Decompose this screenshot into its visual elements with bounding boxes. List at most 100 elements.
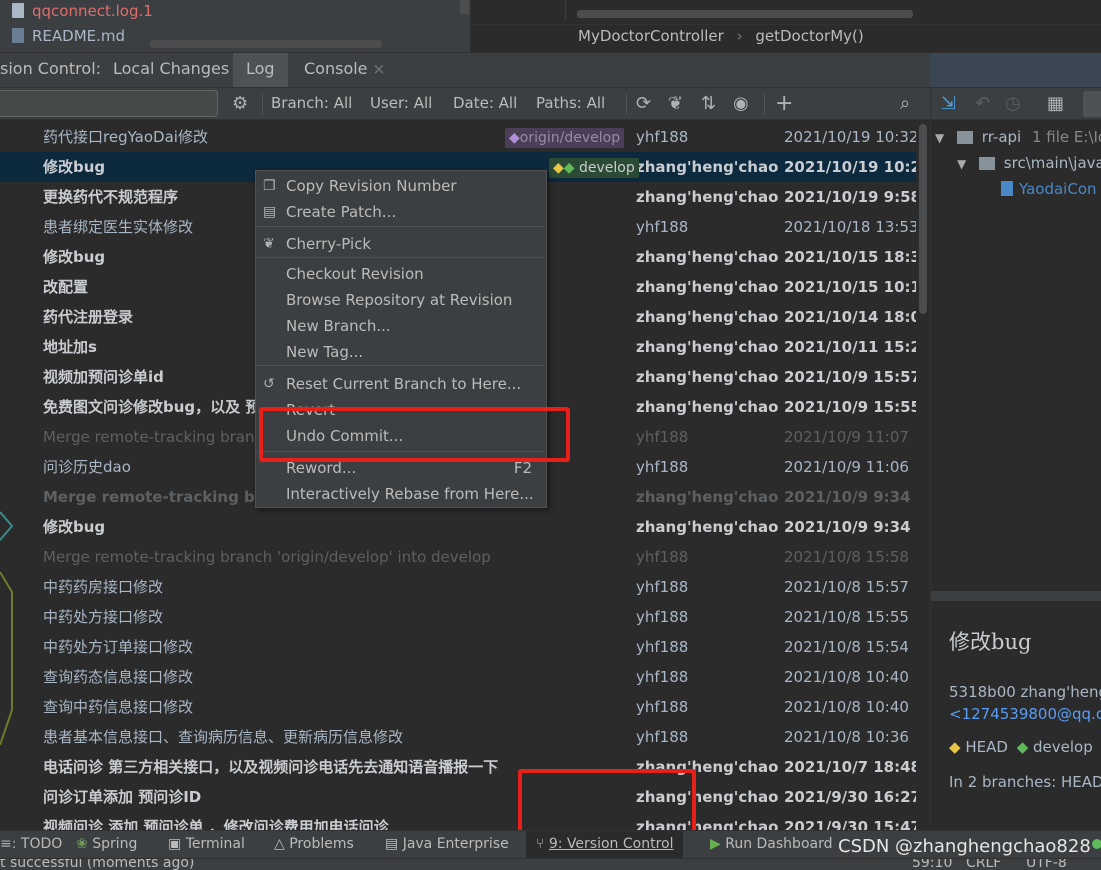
tag-icon: ◆ bbox=[553, 160, 564, 176]
author-email[interactable]: <1274539800@qq.co bbox=[949, 705, 1101, 723]
commit-row[interactable]: 视频问诊 添加 预问诊单 ，修改问诊费用加电话问诊 zhang'heng'chao… bbox=[0, 812, 916, 830]
tool-spring[interactable]: ❀ Spring bbox=[76, 831, 137, 858]
commit-row[interactable]: 中药处方接口修改 yhf188 2021/10/8 15:55 bbox=[0, 602, 916, 632]
commit-row[interactable]: Merge remote-tracking branch 'origin/dev… bbox=[0, 542, 916, 572]
branches-info: In 2 branches: HEAD, bbox=[949, 773, 1101, 791]
search-input[interactable] bbox=[0, 90, 218, 117]
commit-row[interactable]: 中药处方订单接口修改 yhf188 2021/10/8 15:54 bbox=[0, 632, 916, 662]
commit-row[interactable]: 患者基本信息接口、查询病历信息、更新病历信息修改 yhf188 2021/10/8 … bbox=[0, 722, 916, 752]
scroll-thumb[interactable] bbox=[919, 124, 927, 314]
tool-run-dashboard[interactable]: ▶ Run Dashboard bbox=[710, 831, 832, 858]
panel-splitter[interactable] bbox=[931, 591, 1101, 601]
menu-item-label: New Tag... bbox=[286, 343, 364, 361]
commit-date: 2021/10/8 15:54 bbox=[784, 638, 909, 656]
commit-row[interactable]: 药代接口regYaoDai修改 yhf188 2021/10/19 10:32 ◆or… bbox=[0, 122, 916, 152]
scrollbar[interactable] bbox=[150, 40, 382, 48]
commit-row[interactable]: 查询药态信息接口修改 yhf188 2021/10/8 10:40 bbox=[0, 662, 916, 692]
tab-log[interactable]: Log bbox=[233, 53, 288, 87]
event-log-icon[interactable] bbox=[1092, 839, 1101, 849]
tag-icon: ◆ bbox=[1016, 738, 1029, 756]
tool-java-enterprise[interactable]: ▤ Java Enterprise bbox=[385, 831, 509, 858]
group-icon[interactable]: ▦ bbox=[1047, 88, 1064, 119]
menu-item-cherry-pick[interactable]: ❦ Cherry-Pick bbox=[256, 231, 546, 257]
menu-item-copy-revision-number[interactable]: ❐ Copy Revision Number bbox=[256, 173, 546, 199]
file-item[interactable]: README.md bbox=[12, 27, 125, 45]
commit-row[interactable]: 查询中药信息接口修改 yhf188 2021/10/8 10:40 bbox=[0, 692, 916, 722]
menu-item-reset-current-branch-to-here[interactable]: ↺ Reset Current Branch to Here... bbox=[256, 371, 546, 397]
commit-author: yhf188 bbox=[636, 218, 689, 236]
commit-author: zhang'heng'chao bbox=[636, 308, 779, 326]
scrollbar[interactable] bbox=[460, 0, 469, 14]
menu-item-label: Browse Repository at Revision bbox=[286, 291, 513, 309]
divider bbox=[565, 0, 566, 20]
gear-icon[interactable]: ⚙ bbox=[232, 88, 248, 119]
menu-item-new-tag[interactable]: New Tag... bbox=[256, 339, 546, 365]
search-icon[interactable]: ⌕ bbox=[900, 88, 910, 119]
eye-icon[interactable]: ◉ bbox=[733, 88, 749, 119]
commit-author: yhf188 bbox=[636, 638, 689, 656]
commit-row[interactable]: 问诊订单添加 预问诊ID zhang'heng'chao 2021/9/30 16:… bbox=[0, 782, 916, 812]
ref-tag: ◆◆ develop bbox=[549, 158, 639, 178]
scrollbar[interactable] bbox=[577, 10, 913, 18]
file-item[interactable]: qqconnect.log.1 bbox=[12, 2, 153, 20]
commit-row[interactable]: 电话问诊 第三方相关接口，以及视频问诊电话先去通知语音播报一下 zhang'hen… bbox=[0, 752, 916, 782]
menu-item-new-branch[interactable]: New Branch... bbox=[256, 313, 546, 339]
tree-root[interactable]: ▼ rr-api 1 file E:\Id bbox=[935, 128, 1101, 146]
tool-problems[interactable]: △ Problems bbox=[274, 831, 354, 858]
history-icon[interactable]: ◷ bbox=[1005, 88, 1021, 119]
tab-console[interactable]: Console × bbox=[291, 53, 398, 87]
user-filter[interactable]: User: All bbox=[370, 88, 432, 119]
file-icon bbox=[12, 3, 24, 18]
undo-icon[interactable]: ↶ bbox=[975, 88, 990, 119]
tab-console-label: Console bbox=[304, 59, 368, 78]
commit-date: 2021/10/15 18:30 bbox=[784, 248, 916, 266]
tool-version-control[interactable]: ⑂ 9: Version Control bbox=[526, 831, 684, 858]
tree-file[interactable]: YaodaiCon bbox=[1001, 180, 1097, 198]
divider bbox=[764, 94, 765, 114]
tool-terminal[interactable]: ▣ Terminal bbox=[168, 831, 245, 858]
branch-filter[interactable]: Branch: All bbox=[271, 88, 352, 119]
highlight-box bbox=[259, 407, 570, 462]
log-scrollbar[interactable] bbox=[916, 122, 930, 830]
run-icon: ▶ bbox=[710, 836, 721, 852]
refresh-icon[interactable]: ⟳ bbox=[636, 88, 651, 119]
details-toolbar: ⇲ ↶ ◷ ▦ bbox=[931, 88, 1101, 120]
tab-local-changes[interactable]: Local Changes bbox=[100, 53, 242, 87]
commit-author: yhf188 bbox=[636, 578, 689, 596]
tree-folder[interactable]: ▼ src\main\java\ bbox=[957, 154, 1101, 172]
commit-author: zhang'heng'chao bbox=[636, 158, 779, 176]
patch-icon: ▤ bbox=[263, 204, 277, 220]
commit-row[interactable]: 修改bug zhang'heng'chao 2021/10/9 9:34 bbox=[0, 512, 916, 542]
sort-icon[interactable]: ⇅ bbox=[701, 88, 716, 119]
commit-row[interactable]: 中药药房接口修改 yhf188 2021/10/8 15:57 bbox=[0, 572, 916, 602]
date-filter[interactable]: Date: All bbox=[453, 88, 517, 119]
breadcrumb-class[interactable]: MyDoctorController bbox=[578, 27, 724, 45]
java-file-icon bbox=[1001, 181, 1013, 196]
file-encoding[interactable]: UTF-8 bbox=[1026, 859, 1067, 870]
paths-filter[interactable]: Paths: All bbox=[536, 88, 605, 119]
commit-message: 中药药房接口修改 bbox=[43, 578, 164, 596]
line-separator[interactable]: CRLF bbox=[966, 859, 1001, 870]
add-icon[interactable]: + bbox=[775, 88, 793, 119]
menu-item-checkout-revision[interactable]: Checkout Revision bbox=[256, 261, 546, 287]
editor-area: qqconnect.log.1 README.md MyDoctorContro… bbox=[0, 0, 1101, 52]
commit-date: 2021/9/30 15:47 bbox=[784, 818, 916, 830]
close-icon[interactable]: × bbox=[373, 60, 386, 78]
tool-window-bar: ≡: TODO ❀ Spring ▣ Terminal △ Problems ▤… bbox=[0, 830, 1101, 858]
menu-item-label: Create Patch... bbox=[286, 203, 397, 221]
tool-todo[interactable]: ≡: TODO bbox=[0, 831, 62, 858]
layout-icon[interactable] bbox=[1083, 91, 1101, 117]
expand-icon[interactable]: ⇲ bbox=[941, 88, 956, 119]
breadcrumb-method[interactable]: getDoctorMy() bbox=[755, 27, 863, 45]
commit-author: yhf188 bbox=[636, 128, 689, 146]
commit-date: 2021/10/9 9:34 bbox=[784, 518, 911, 536]
menu-item-interactively-rebase-from-here[interactable]: Interactively Rebase from Here... bbox=[256, 481, 546, 507]
menu-item-create-patch[interactable]: ▤ Create Patch... bbox=[256, 199, 546, 225]
markdown-icon bbox=[12, 28, 24, 43]
divider bbox=[471, 24, 1101, 25]
menu-item-browse-repository-at-revision[interactable]: Browse Repository at Revision bbox=[256, 287, 546, 313]
menu-item-label: Interactively Rebase from Here... bbox=[286, 485, 534, 503]
commit-author: zhang'heng'chao bbox=[636, 398, 779, 416]
cursor-position[interactable]: 59:10 bbox=[912, 859, 952, 870]
cherry-pick-icon[interactable]: ❦ bbox=[668, 88, 683, 119]
